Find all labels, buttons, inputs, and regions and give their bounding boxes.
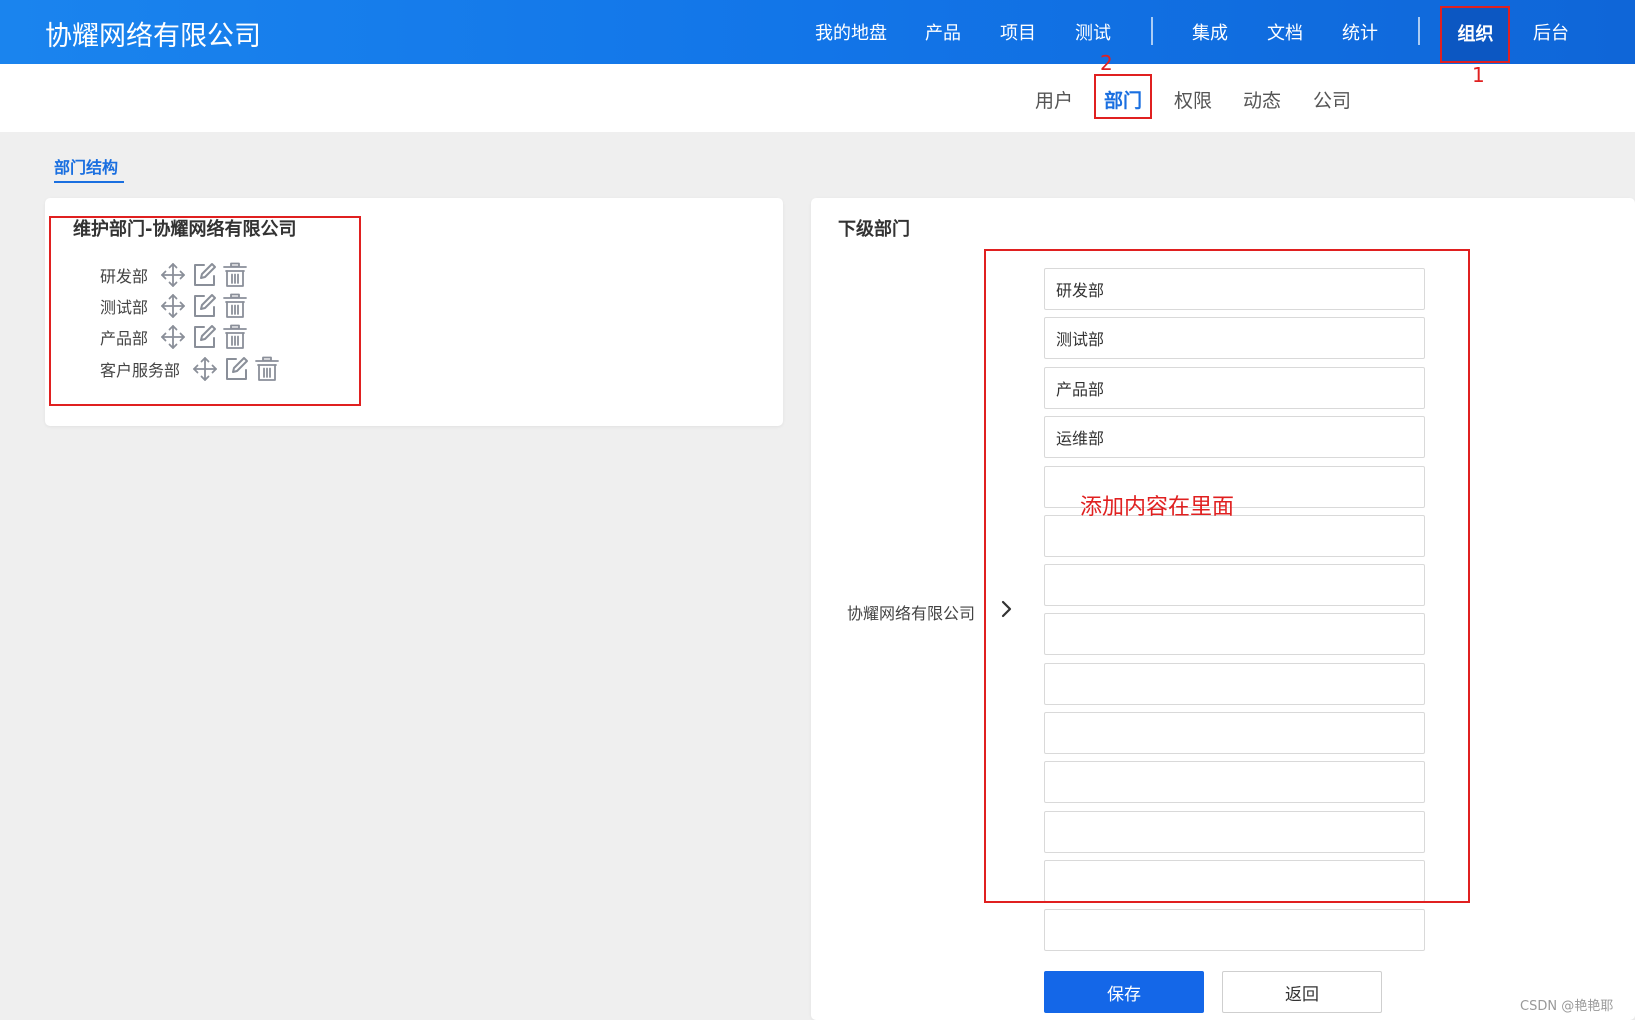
tab-department-structure[interactable]: 部门结构 — [54, 154, 118, 178]
nav-admin[interactable]: 后台 — [1533, 19, 1569, 45]
edit-icon[interactable] — [191, 293, 217, 319]
annotation-label-2: 2 — [1100, 51, 1113, 75]
nav-product[interactable]: 产品 — [925, 19, 961, 45]
edit-icon[interactable] — [191, 324, 217, 350]
sub-department-input[interactable] — [1044, 909, 1425, 951]
back-button[interactable]: 返回 — [1222, 971, 1382, 1013]
watermark: CSDN @艳艳耶 — [1520, 999, 1614, 1014]
parent-company-label: 协耀网络有限公司 — [847, 604, 976, 623]
sub-department-input[interactable] — [1044, 367, 1425, 409]
department-tree-title: 维护部门-协耀网络有限公司 — [73, 219, 297, 240]
nav-divider — [1151, 17, 1153, 45]
subnav-permissions[interactable]: 权限 — [1174, 86, 1212, 113]
brand-title: 协耀网络有限公司 — [45, 21, 261, 52]
delete-icon[interactable] — [222, 324, 248, 350]
nav-stats[interactable]: 统计 — [1342, 19, 1378, 45]
sub-department-input[interactable] — [1044, 515, 1425, 557]
move-icon[interactable] — [160, 262, 186, 288]
department-name: 研发部 — [100, 267, 149, 286]
sub-navbar: 用户 部门 权限 动态 公司 — [0, 64, 1635, 132]
nav-project[interactable]: 项目 — [1000, 19, 1036, 45]
edit-icon[interactable] — [223, 356, 249, 382]
subnav-users[interactable]: 用户 — [1035, 86, 1073, 113]
sub-department-input[interactable] — [1044, 613, 1425, 655]
department-row: 产品部 — [100, 323, 253, 351]
sub-department-input[interactable] — [1044, 860, 1425, 902]
move-icon[interactable] — [160, 293, 186, 319]
delete-icon[interactable] — [254, 356, 280, 382]
sub-department-input[interactable] — [1044, 712, 1425, 754]
sub-department-input[interactable] — [1044, 268, 1425, 310]
subnav-activity[interactable]: 动态 — [1243, 86, 1281, 113]
move-icon[interactable] — [192, 356, 218, 382]
delete-icon[interactable] — [222, 293, 248, 319]
sub-department-input[interactable] — [1044, 761, 1425, 803]
sub-department-input[interactable] — [1044, 663, 1425, 705]
nav-test[interactable]: 测试 — [1075, 19, 1111, 45]
chevron-right-icon — [1001, 600, 1012, 618]
top-navbar: 协耀网络有限公司 我的地盘 产品 项目 测试 集成 文档 统计 组织 后台 — [0, 0, 1635, 64]
delete-icon[interactable] — [222, 262, 248, 288]
sub-department-title: 下级部门 — [838, 219, 910, 240]
nav-my-space[interactable]: 我的地盘 — [815, 19, 887, 45]
department-row: 客户服务部 — [100, 355, 285, 383]
tab-active-underline — [54, 181, 124, 183]
edit-icon[interactable] — [191, 262, 217, 288]
annotation-hint: 添加内容在里面 — [1080, 495, 1235, 520]
sub-department-input[interactable] — [1044, 416, 1425, 458]
nav-organization[interactable]: 组织 — [1441, 8, 1510, 63]
department-name: 产品部 — [100, 329, 149, 348]
subnav-company[interactable]: 公司 — [1313, 86, 1351, 113]
nav-divider — [1418, 17, 1420, 45]
sub-department-input[interactable] — [1044, 317, 1425, 359]
move-icon[interactable] — [160, 324, 186, 350]
department-name: 客户服务部 — [100, 361, 181, 380]
department-row: 测试部 — [100, 292, 253, 320]
department-name: 测试部 — [100, 298, 149, 317]
save-button[interactable]: 保存 — [1044, 971, 1204, 1013]
subnav-departments[interactable]: 部门 — [1104, 86, 1142, 113]
annotation-label-1: 1 — [1472, 63, 1485, 87]
nav-docs[interactable]: 文档 — [1267, 19, 1303, 45]
department-row: 研发部 — [100, 261, 253, 289]
sub-department-input[interactable] — [1044, 811, 1425, 853]
sub-department-input[interactable] — [1044, 564, 1425, 606]
nav-integration[interactable]: 集成 — [1192, 19, 1228, 45]
nav-organization-label: 组织 — [1457, 24, 1494, 45]
